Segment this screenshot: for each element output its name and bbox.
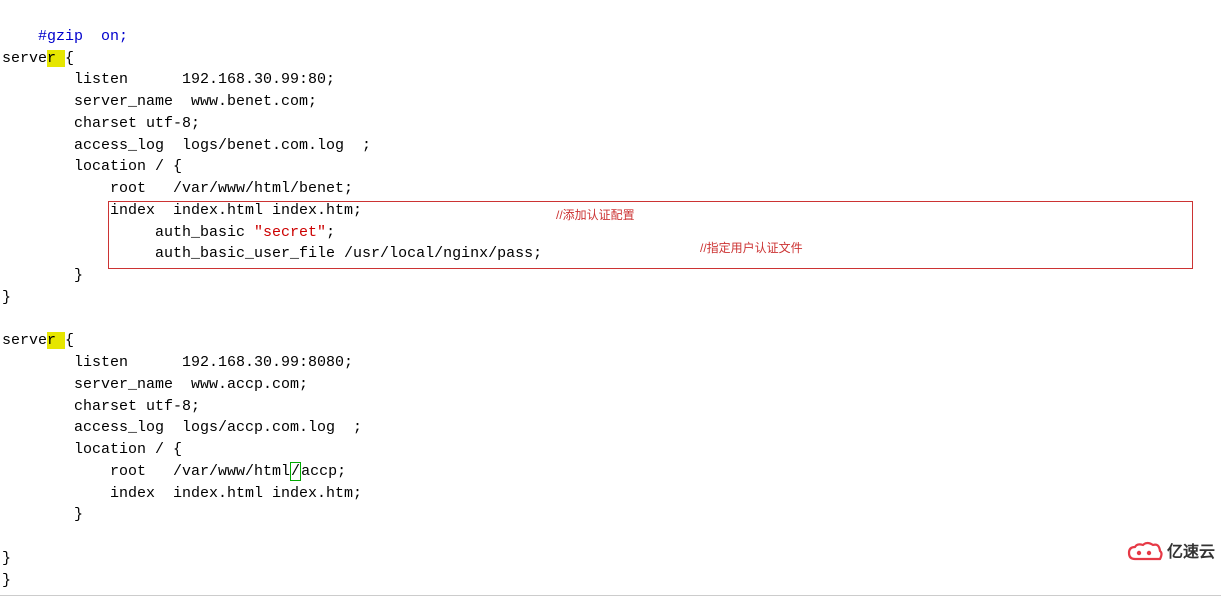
code-line: auth_basic_user_file /usr/local/nginx/pa… [2,245,542,262]
text: { [65,50,74,67]
text: serve [2,50,47,67]
text: auth_basic [2,224,254,241]
text: ; [326,224,335,241]
code-line: server_name www.benet.com; [2,93,317,110]
code-line: listen 192.168.30.99:8080; [2,354,353,371]
text: accp; [301,463,346,480]
code-line: charset utf-8; [2,398,200,415]
code-line: index index.html index.htm; [2,485,362,502]
code-line: charset utf-8; [2,115,200,132]
code-block: #gzip on; server { listen 192.168.30.99:… [0,0,1221,596]
text: { [65,332,74,349]
code-line: } [2,289,11,306]
code-line: access_log logs/benet.com.log ; [2,137,371,154]
text: root /var/www/html [2,463,290,480]
highlight: r [47,50,65,67]
string-literal: "secret" [254,224,326,241]
annotation-comment-1: //添加认证配置 [556,207,635,224]
code-line: server { [2,332,74,349]
code-line: access_log logs/accp.com.log ; [2,419,362,436]
watermark: 亿速云 [1127,541,1215,565]
text: serve [2,332,47,349]
code-line: listen 192.168.30.99:80; [2,71,335,88]
code-line: root /var/www/html/accp; [2,462,346,481]
code-line: location / { [2,158,182,175]
code-line: location / { [2,441,182,458]
cloud-icon [1127,541,1163,565]
code-line: } [2,267,83,284]
annotation-comment-2: //指定用户认证文件 [700,240,803,257]
code-line: } [2,506,83,523]
code-line: auth_basic "secret"; [2,224,335,241]
code-line: root /var/www/html/benet; [2,180,353,197]
code-line: #gzip on; [2,28,128,45]
code-line: } [2,572,11,589]
cursor: / [290,462,301,481]
code-line: } [2,550,11,567]
code-line: server { [2,50,74,67]
highlight: r [47,332,65,349]
code-line: server_name www.accp.com; [2,376,308,393]
watermark-text: 亿速云 [1167,541,1215,564]
code-line: index index.html index.htm; [2,202,362,219]
